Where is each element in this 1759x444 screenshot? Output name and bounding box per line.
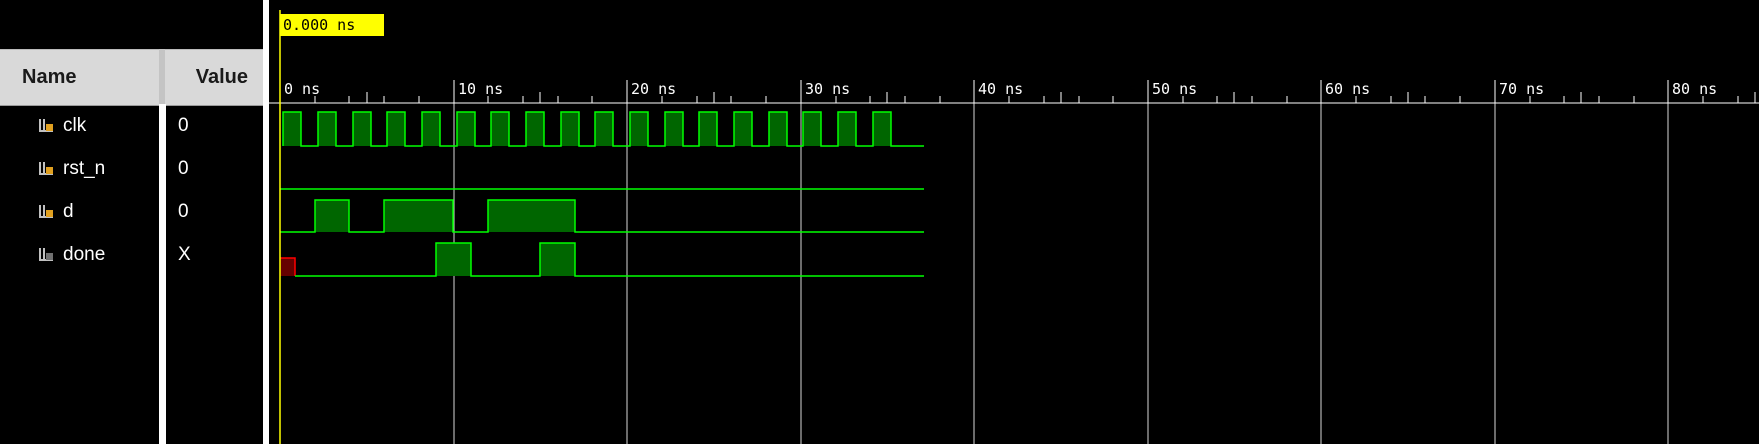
signal-row-done[interactable]: done X [0,233,263,276]
ruler-label: 10 ns [458,80,503,98]
signal-value: 0 [178,158,189,179]
time-ruler[interactable]: 0 ns 10 ns 20 ns 30 ns 40 ns 50 ns 60 ns… [269,80,1759,104]
name-column-header[interactable]: Name [22,50,152,105]
signal-name: clk [63,115,87,136]
wave-done[interactable] [280,242,924,277]
signal-list-panel: Name Value clk 0 rst_n 0 d 0 done X [0,0,269,444]
waveform-viewer: Name Value clk 0 rst_n 0 d 0 done X 0 ns… [0,0,1759,444]
input-signal-icon [39,162,53,175]
signal-row-d[interactable]: d 0 [0,190,263,233]
ruler-label: 20 ns [631,80,676,98]
signal-list-topbar [0,0,269,49]
signal-value: X [178,244,191,265]
ruler-label: 60 ns [1325,80,1370,98]
cursor-time-label[interactable]: 0.000 ns [280,14,384,36]
column-separator[interactable] [159,49,165,104]
grid-lines [453,103,1669,444]
value-column-header[interactable]: Value [168,50,248,105]
ruler-label: 50 ns [1152,80,1197,98]
wave-d[interactable] [280,199,924,233]
unknown-state [280,258,295,276]
ruler-label: 80 ns [1672,80,1717,98]
waveform-canvas: 0 ns 10 ns 20 ns 30 ns 40 ns 50 ns 60 ns… [269,10,1759,444]
ruler-label: 0 ns [284,80,320,98]
signal-value: 0 [178,201,189,222]
signal-name: rst_n [63,158,106,179]
signal-row-clk[interactable]: clk 0 [0,104,263,147]
input-signal-icon [39,205,53,218]
signal-name: d [63,201,74,222]
signal-value: 0 [178,115,189,136]
ruler-label: 30 ns [805,80,850,98]
signal-list-header: Name Value [0,49,269,106]
ruler-label: 40 ns [978,80,1023,98]
input-signal-icon [39,119,53,132]
output-signal-icon [39,248,53,261]
wave-clk[interactable] [282,111,924,147]
waveform-area[interactable]: 0 ns 10 ns 20 ns 30 ns 40 ns 50 ns 60 ns… [269,0,1759,444]
ruler-label: 70 ns [1499,80,1544,98]
signal-row-rst_n[interactable]: rst_n 0 [0,147,263,190]
signal-name: done [63,244,106,265]
